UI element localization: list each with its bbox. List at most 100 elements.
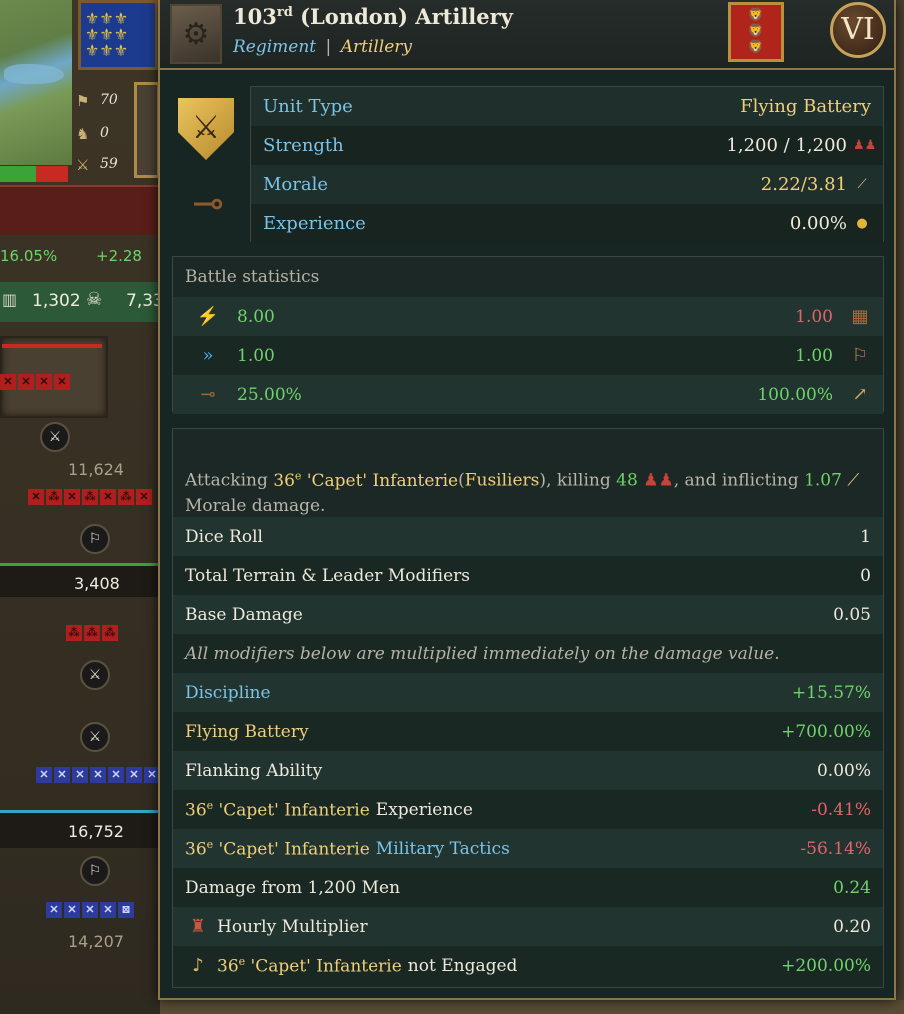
unit-count: 14,207 <box>68 932 124 951</box>
crossed-swords-icon[interactable]: ⚔ <box>80 722 110 752</box>
modifier-row: ♪ 36e 'Capet' Infanterie not Engaged +200… <box>173 946 883 985</box>
regiment-subtitle: Regiment | Artillery <box>233 37 413 57</box>
soldiers-icon: ♟♟ <box>853 138 877 153</box>
boot-icon[interactable]: ⚐ <box>80 856 110 886</box>
battle-stat-row: » 1.00 1.00 ⚐ <box>173 336 883 375</box>
cannon-portrait-icon: ⚙ <box>170 4 222 64</box>
attack-breakdown: Attacking 36e 'Capet' Infanterie(Fusilie… <box>172 428 884 988</box>
horse-icon: ♞ <box>76 125 90 143</box>
count-bar: 3,408 <box>0 563 160 597</box>
fortification-icon: ▦ <box>851 305 869 327</box>
military-tactics-link[interactable]: Military Tactics <box>376 839 510 859</box>
modifier-label: Hourly Multiplier <box>217 916 368 937</box>
modifier-label: Flanking Ability <box>185 760 323 781</box>
crossed-swords-icon[interactable]: ⚔ <box>80 660 110 690</box>
pursuit-icon: ⚐ <box>851 344 869 366</box>
charge-icon[interactable]: ⚔ <box>40 422 70 452</box>
left-stat-value: 70 <box>100 92 118 108</box>
enemy-unit-pills: ✕ ⁂ ✕ ⁂ ✕ ⁂ ✕ <box>28 489 152 505</box>
regiment-tooltip: ⚙ 103rd (London) Artillery Regiment | Ar… <box>158 0 896 1000</box>
battle-statistics: Battle statistics ⚡ 8.00 1.00 ▦ » 1.00 1.00… <box>172 256 884 414</box>
breakdown-row: Total Terrain & Leader Modifiers 0 <box>173 556 883 595</box>
unit-count: 3,408 <box>74 574 120 593</box>
charge-icon: » <box>202 344 214 366</box>
flanking-icon: ↗ <box>852 383 868 405</box>
row-value: 1,200 / 1,200 <box>726 135 847 156</box>
enemy-unit-pills: ⁂ ⁂ ⁂ <box>66 625 118 641</box>
row-label: Base Damage <box>185 604 303 625</box>
modifier-label[interactable]: Flying Battery <box>185 722 309 742</box>
row-value: 2.22/3.81 <box>760 174 847 195</box>
row-label: Experience <box>263 213 366 234</box>
boot-icon[interactable]: ⚐ <box>80 524 110 554</box>
morale-percent: 16.05% <box>0 247 58 265</box>
breakdown-row: Base Damage 0.05 <box>173 595 883 634</box>
stat-left-value: 1.00 <box>237 345 275 366</box>
row-label: Morale <box>263 174 329 195</box>
modifier-label: 36e 'Capet' Infanterie Military Tactics <box>185 837 510 860</box>
row-value: 1 <box>860 526 871 547</box>
count-bar: 16,752 <box>0 810 160 848</box>
row-value: 0.05 <box>833 604 871 625</box>
strength-bar <box>0 166 36 182</box>
morale-icon: ⟋ <box>857 177 867 192</box>
battle-stat-row: ⚡ 8.00 1.00 ▦ <box>173 297 883 336</box>
row-value: 0.00% <box>789 213 847 234</box>
regiment-category-link[interactable]: Artillery <box>341 37 412 57</box>
army-banner-panel <box>0 185 160 235</box>
regiment-title: 103rd (London) Artillery <box>233 4 513 29</box>
left-stat-value: 0 <box>100 125 109 141</box>
modifier-value: +700.00% <box>781 721 871 742</box>
modifier-note: All modifiers below are multiplied immed… <box>185 643 780 664</box>
modifier-row: ♜ Hourly Multiplier 0.20 <box>173 907 883 946</box>
modifier-row: Flying Battery +700.00% <box>173 712 883 751</box>
modifier-row: Damage from 1,200 Men 0.24 <box>173 868 883 907</box>
unit-list-panel: ⚜⚜⚜ ⚜⚜⚜ ⚜⚜⚜ ⚑ 70 ♞ 0 ⚔ 59 16.05% +2.28 ▥… <box>0 0 164 1014</box>
killed-count: 48 <box>616 470 638 491</box>
casualty-value: 1,302 <box>32 291 81 311</box>
row-value: Flying Battery <box>740 96 871 117</box>
soldiers-icon: ♟♟ <box>643 470 674 491</box>
soldiers-portrait-icon: ♜ <box>189 915 207 937</box>
unit-type-row: Unit Type Flying Battery <box>251 87 883 126</box>
unit-count: 16,752 <box>68 822 124 841</box>
allied-unit-pills: ✕ ✕ ✕ ✕ ✕ ✕ ✕ <box>36 767 160 783</box>
france-flag-icon: ⚜⚜⚜ ⚜⚜⚜ ⚜⚜⚜ <box>78 0 158 70</box>
artillery-icon: ⊸ <box>200 383 216 405</box>
strength-row: Strength 1,200 / 1,200 ♟♟ <box>251 126 883 165</box>
breakdown-row: Dice Roll 1 <box>173 517 883 556</box>
allied-unit-pills: ✕ ✕ ✕ ✕ ⊠ <box>46 902 134 918</box>
modifier-row: 36e 'Capet' Infanterie Military Tactics … <box>173 829 883 868</box>
modifier-value: -0.41% <box>811 799 871 820</box>
pillar-icon: ▥ <box>2 290 18 309</box>
general-portrait[interactable] <box>134 82 160 178</box>
row-label: Dice Roll <box>185 526 263 547</box>
rank-badge: VI <box>830 2 886 58</box>
battle-statistics-title: Battle statistics <box>185 267 320 287</box>
modifier-row: Discipline +15.57% <box>173 673 883 712</box>
modifier-label: Damage from 1,200 Men <box>185 877 401 898</box>
regiment-type-link[interactable]: Regiment <box>233 37 316 57</box>
morale-damage-value: 1.07 <box>804 470 842 491</box>
shield-swords-icon: ⚔ <box>178 98 234 160</box>
modifier-value: 0.24 <box>833 877 871 898</box>
breakdown-rows: Dice Roll 1 Total Terrain & Leader Modif… <box>173 517 883 985</box>
stat-right-value: 1.00 <box>795 345 833 366</box>
modifier-label[interactable]: Discipline <box>185 683 271 703</box>
crossed-swords-icon: ⚔ <box>76 156 90 174</box>
modifier-value: +15.57% <box>791 682 871 703</box>
casualty-row: ▥ 1,302 ☠ 7,33 <box>0 282 164 322</box>
fire-attack-icon: ⚡ <box>196 305 220 327</box>
england-banner-icon: 🦁 🦁 🦁 <box>728 2 784 62</box>
attack-description: Attacking 36e 'Capet' Infanterie(Fusilie… <box>185 469 860 516</box>
map-preview[interactable] <box>0 0 72 165</box>
stat-right-value: 1.00 <box>795 306 833 327</box>
modifier-row: Flanking Ability 0.00% <box>173 751 883 790</box>
modifier-value: -56.14% <box>800 838 871 859</box>
tooltip-header: ⚙ 103rd (London) Artillery Regiment | Ar… <box>160 0 894 70</box>
modifier-value: 0.20 <box>833 916 871 937</box>
map-edge <box>896 0 904 1014</box>
bugle-icon: ♪ <box>192 954 204 976</box>
morale-row: Morale 2.22/3.81 ⟋ <box>251 165 883 204</box>
left-stat-value: 59 <box>100 156 118 172</box>
